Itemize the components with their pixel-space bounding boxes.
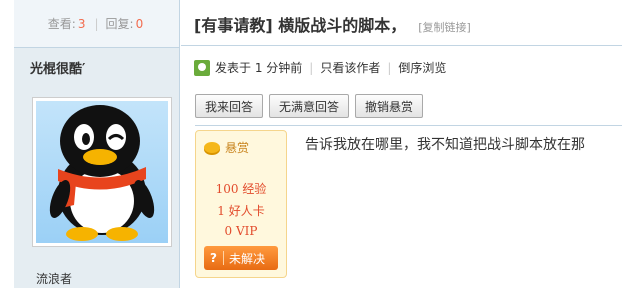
user-sidebar: 查看: 3 | 回复: 0 光棍很酷′ 流浪者 — [14, 0, 180, 288]
cancel-bounty-button[interactable]: 撤销悬赏 — [355, 94, 424, 118]
bounty-panel: 悬赏 100 经验 1 好人卡 0 VIP ? 未解决 — [195, 130, 287, 278]
bounty-experience: 100 经验 — [215, 182, 267, 196]
meta-divider: | — [387, 60, 392, 75]
meta-divider: | — [309, 60, 314, 75]
penguin-avatar-icon — [49, 105, 155, 241]
action-buttons: 我来回答 无满意回答 撤销悬赏 — [195, 94, 424, 118]
replies-label: 回复: — [105, 17, 134, 31]
coin-icon — [204, 142, 220, 153]
avatar[interactable] — [32, 97, 172, 247]
post-stats: 查看: 3 | 回复: 0 — [14, 0, 179, 48]
content-divider — [195, 125, 622, 126]
post-content: 告诉我放在哪里，我不知道把战斗脚本放在那 — [305, 137, 585, 153]
no-satisfying-answer-button[interactable]: 无满意回答 — [269, 94, 350, 118]
user-rank: 流浪者 — [36, 272, 73, 286]
question-mark-icon: ? — [204, 251, 224, 265]
views-label: 查看: — [47, 17, 76, 31]
unsolved-status-badge: ? 未解决 — [204, 246, 278, 270]
title-divider — [181, 45, 622, 46]
avatar-image — [36, 101, 168, 243]
post-title-row: [有事请教] 横版战斗的脚本， [复制链接] — [194, 12, 622, 38]
only-author-link[interactable]: 只看该作者 — [320, 59, 380, 76]
bounty-title: 悬赏 — [225, 141, 250, 155]
copy-link-button[interactable]: [复制链接] — [418, 19, 471, 35]
posted-time: 发表于 1 分钟前 — [215, 61, 303, 75]
page-title: [有事请教] 横版战斗的脚本， — [194, 16, 407, 35]
bounty-good-card: 1 好人卡 — [217, 204, 265, 218]
stats-divider: | — [94, 16, 99, 31]
post-main: [有事请教] 横版战斗的脚本， [复制链接] 发表于 1 分钟前 | 只看该作者… — [181, 0, 622, 288]
online-user-icon — [194, 59, 210, 76]
unsolved-status-label: 未解决 — [229, 251, 266, 266]
replies-count: 0 — [135, 16, 144, 31]
bounty-header: 悬赏 — [196, 131, 286, 156]
post-meta: 发表于 1 分钟前 | 只看该作者 | 倒序浏览 — [194, 59, 446, 76]
reverse-order-link[interactable]: 倒序浏览 — [398, 59, 446, 76]
reply-button[interactable]: 我来回答 — [195, 94, 264, 118]
bounty-vip: 0 VIP — [224, 224, 258, 238]
author-username[interactable]: 光棍很酷′ — [30, 58, 85, 77]
views-count: 3 — [77, 16, 86, 31]
